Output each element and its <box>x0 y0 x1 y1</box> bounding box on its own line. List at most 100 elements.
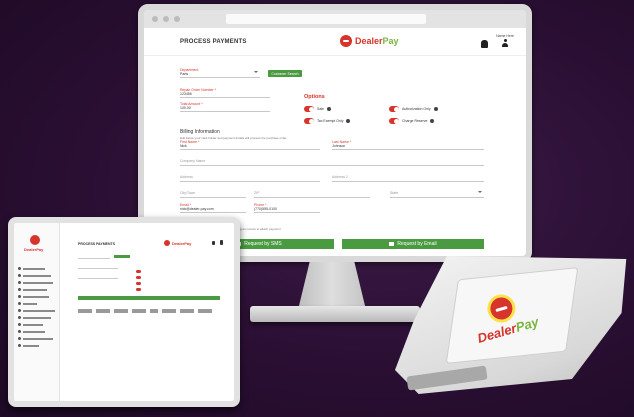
tablet-amount-field[interactable] <box>78 273 118 279</box>
tablet-action-button[interactable] <box>132 309 146 313</box>
toggle-switch[interactable] <box>304 106 314 112</box>
tablet-action-button[interactable] <box>150 309 158 313</box>
last-name-field[interactable]: Last Name * Johnson <box>332 140 484 150</box>
tablet-menu-item[interactable] <box>18 337 53 340</box>
menu-dot-icon <box>18 344 21 347</box>
email-field[interactable]: Email * nick@dealer-pay.com <box>180 203 246 213</box>
menu-dot-icon <box>18 316 21 319</box>
logo-text-dealer: Dealer <box>355 36 383 46</box>
address2-field[interactable]: Address 2 <box>332 172 484 182</box>
tablet-customer-search-button[interactable] <box>114 255 130 258</box>
tablet-sidebar-logo: DealerPay <box>24 247 43 252</box>
car-badge-icon <box>488 294 516 322</box>
user-name: Name Here <box>496 34 514 38</box>
billing-title: Billing Information <box>180 129 220 135</box>
logo-text-pay: Pay <box>184 240 192 246</box>
tablet-toggle[interactable] <box>136 270 141 273</box>
tablet-menu-item[interactable] <box>18 309 55 312</box>
user-menu[interactable]: Name Here <box>496 34 514 47</box>
ro-number-value: 123456 <box>180 92 192 96</box>
last-name-value: Johnson <box>332 144 346 148</box>
tablet-sidebar: DealerPay <box>14 223 60 401</box>
state-placeholder: State <box>390 191 399 195</box>
tablet-action-button[interactable] <box>180 309 194 313</box>
tablet-menu-item[interactable] <box>18 302 37 305</box>
tablet-department-select[interactable] <box>78 253 110 259</box>
toggle-label: Tax Exempt Only <box>317 119 344 123</box>
dealerpay-logo: DealerPay <box>340 35 399 47</box>
logo-text-dealer: Dealer <box>172 240 185 246</box>
company-field[interactable]: Company Name <box>180 156 484 166</box>
customer-search-label: Customer Search <box>271 71 299 76</box>
department-value: Parts <box>180 72 189 76</box>
toggle-switch[interactable] <box>389 118 399 124</box>
car-badge-icon <box>30 235 40 245</box>
page-title: PROCESS PAYMENTS <box>180 38 247 45</box>
bell-icon[interactable] <box>212 241 215 245</box>
department-select[interactable]: Department Parts <box>180 68 260 78</box>
tablet-menu-item[interactable] <box>18 323 43 326</box>
url-bar[interactable] <box>226 14 426 24</box>
amount-field[interactable]: Total Amount * 100.00 <box>180 102 270 112</box>
tablet-toggle[interactable] <box>136 288 141 291</box>
first-name-value: Nick <box>180 144 187 148</box>
user-icon <box>502 39 509 47</box>
toggle-switch[interactable] <box>304 118 314 124</box>
customer-search-button[interactable]: Customer Search <box>268 70 302 77</box>
phone-field[interactable]: Phone * (770)555-0100 <box>254 203 320 213</box>
tablet-screen: DealerPay PROCESS PAYMENTS DealerPay <box>14 223 234 401</box>
browser-bar <box>144 10 526 28</box>
toggle-tax-exempt[interactable]: Tax Exempt Only <box>304 118 351 124</box>
bell-icon[interactable] <box>481 40 489 48</box>
window-minimize-dot[interactable] <box>163 16 169 22</box>
info-icon[interactable] <box>327 107 332 111</box>
toggle-authorization-only[interactable]: Authorization Only <box>389 106 438 112</box>
tablet-toggle[interactable] <box>136 282 141 285</box>
info-icon[interactable] <box>346 119 351 123</box>
tablet-action-button[interactable] <box>78 309 92 313</box>
window-maximize-dot[interactable] <box>174 16 180 22</box>
tablet-menu-item[interactable] <box>18 267 45 270</box>
tablet-action-button[interactable] <box>114 309 128 313</box>
tablet-dealerpay-logo: DealerPay <box>164 240 191 246</box>
tablet-ro-field[interactable] <box>78 263 118 269</box>
email-value: nick@dealer-pay.com <box>180 207 214 211</box>
toggle-charge-reserve[interactable]: Charge Reserve <box>389 118 435 124</box>
user-icon[interactable] <box>220 240 223 245</box>
window-close-dot[interactable] <box>152 16 158 22</box>
tablet-menu-item[interactable] <box>18 316 51 319</box>
tablet-action-button[interactable] <box>198 309 212 313</box>
tablet-menu-item[interactable] <box>18 274 51 277</box>
logo-text-pay: Pay <box>382 36 399 46</box>
tablet-action-button[interactable] <box>162 309 176 313</box>
tablet-menu-item[interactable] <box>18 288 47 291</box>
zip-field[interactable]: ZIP <box>254 188 370 198</box>
address-placeholder: Address <box>180 175 193 179</box>
menu-dot-icon <box>18 267 21 270</box>
chevron-down-icon <box>254 71 258 73</box>
tablet-menu-item[interactable] <box>18 295 49 298</box>
tablet-menu-item[interactable] <box>18 330 45 333</box>
tablet-toggle[interactable] <box>136 276 141 279</box>
tablet-process-button[interactable] <box>78 296 220 300</box>
menu-dot-icon <box>18 323 21 326</box>
city-field[interactable]: City/Town <box>180 188 246 198</box>
menu-dot-icon <box>18 274 21 277</box>
request-by-email-button[interactable]: Request by Email <box>342 239 484 249</box>
address-field[interactable]: Address <box>180 172 320 182</box>
tablet-action-button[interactable] <box>96 309 110 313</box>
city-placeholder: City/Town <box>180 191 196 195</box>
first-name-field[interactable]: First Name * Nick <box>180 140 320 150</box>
info-icon[interactable] <box>433 107 438 111</box>
tablet-page-title: PROCESS PAYMENTS <box>78 242 115 246</box>
tablet-menu-item[interactable] <box>18 344 39 347</box>
state-select[interactable]: State <box>390 188 484 198</box>
toggle-sale[interactable]: Sale <box>304 106 332 112</box>
tablet-menu-item[interactable] <box>18 281 53 284</box>
menu-dot-icon <box>18 337 21 340</box>
ro-number-field[interactable]: Repair Order Number * 123456 <box>180 88 270 98</box>
zip-placeholder: ZIP <box>254 191 260 195</box>
info-icon[interactable] <box>430 119 435 123</box>
address2-placeholder: Address 2 <box>332 175 348 179</box>
toggle-switch[interactable] <box>389 106 399 112</box>
